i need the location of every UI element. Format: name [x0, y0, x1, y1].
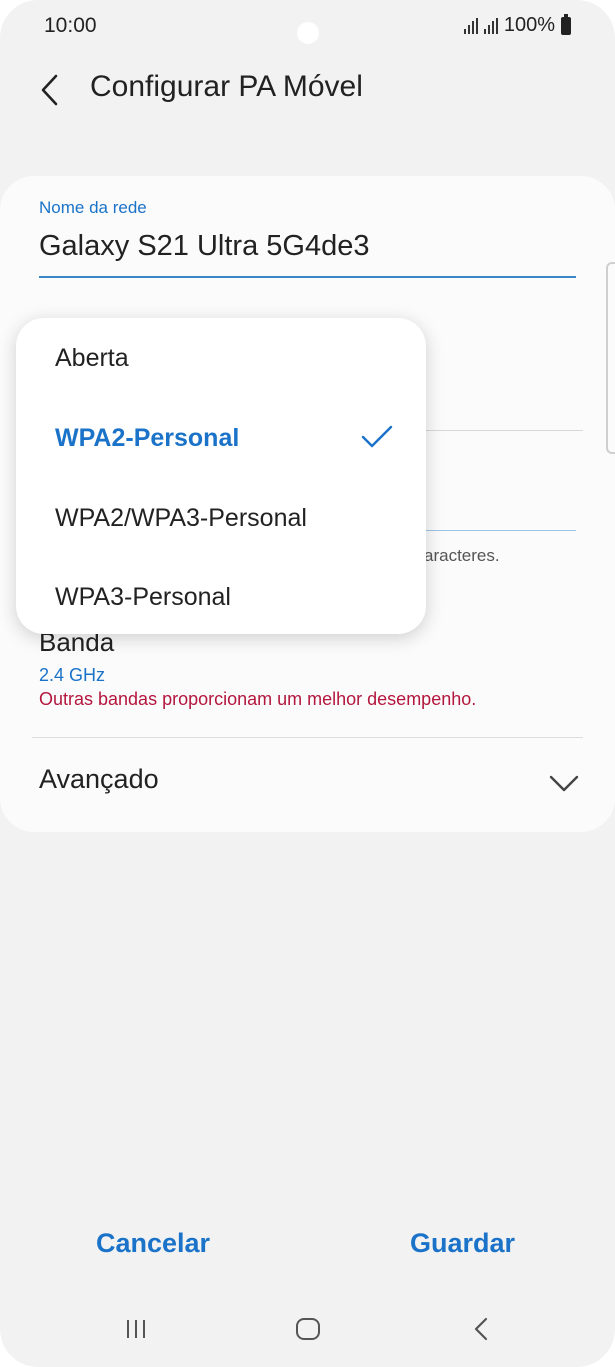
- network-name-input[interactable]: Galaxy S21 Ultra 5G4de3: [39, 230, 369, 263]
- menu-item-wpa2-personal[interactable]: WPA2-Personal: [55, 424, 239, 453]
- status-icons: 100%: [463, 13, 571, 37]
- signal-icon: [483, 17, 498, 34]
- battery-icon: [561, 13, 571, 35]
- menu-item-wpa2-wpa3-personal[interactable]: WPA2/WPA3-Personal: [55, 504, 307, 533]
- divider: [420, 430, 583, 431]
- page-title: Configurar PA Móvel: [90, 70, 363, 103]
- camera-cutout: [297, 22, 319, 44]
- band-warning: Outras bandas proporcionam um melhor des…: [39, 689, 477, 709]
- battery-text: 100%: [503, 14, 555, 36]
- scrollbar[interactable]: [606, 262, 615, 454]
- signal-icon: [463, 17, 478, 34]
- advanced-label[interactable]: Avançado: [39, 764, 159, 795]
- nav-back-icon[interactable]: [472, 1316, 490, 1342]
- band-value: 2.4 GHz: [39, 665, 106, 685]
- network-name-underline: [39, 276, 576, 278]
- back-icon[interactable]: [38, 72, 68, 108]
- security-dropdown-menu: Aberta WPA2-Personal WPA2/WPA3-Personal …: [16, 318, 426, 634]
- chevron-down-icon[interactable]: [548, 772, 580, 794]
- check-icon: [361, 425, 393, 448]
- password-hint: aracteres.: [424, 546, 500, 565]
- password-underline: [420, 530, 576, 531]
- phone-screen: 10:00 100% Configurar PA Móvel Nome da r…: [0, 0, 615, 1367]
- network-name-label: Nome da rede: [39, 198, 147, 217]
- home-icon[interactable]: [295, 1317, 321, 1341]
- cancel-button[interactable]: Cancelar: [96, 1228, 210, 1259]
- save-button[interactable]: Guardar: [410, 1228, 515, 1259]
- recent-apps-icon[interactable]: [124, 1318, 148, 1340]
- menu-item-wpa3-personal[interactable]: WPA3-Personal: [55, 583, 231, 612]
- status-time: 10:00: [44, 14, 97, 37]
- menu-item-aberta[interactable]: Aberta: [55, 344, 129, 373]
- divider: [32, 737, 583, 738]
